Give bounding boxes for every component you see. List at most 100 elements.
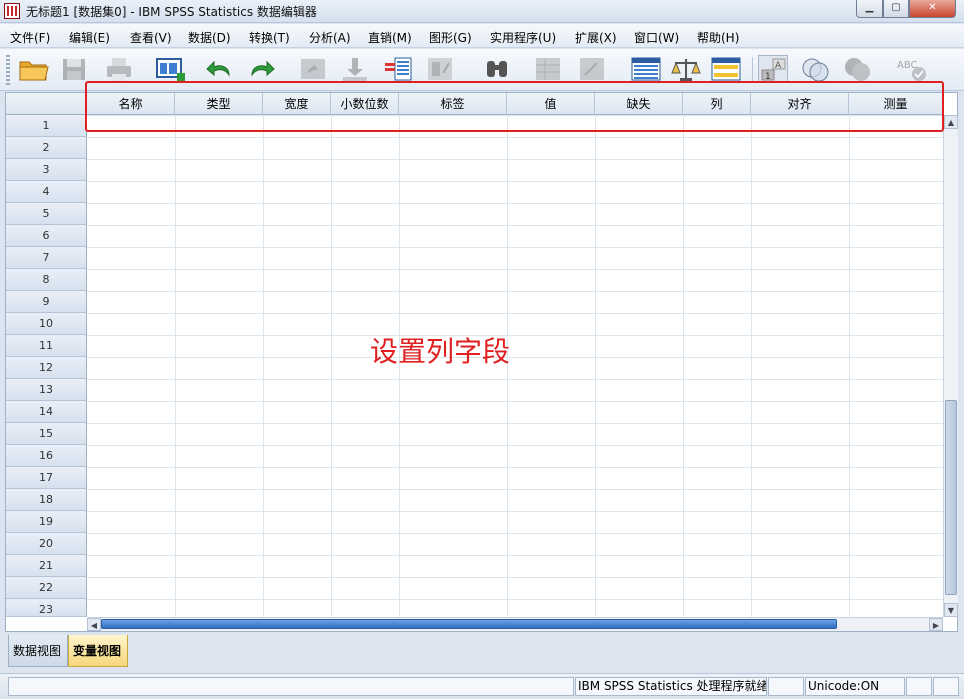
scroll-right-icon[interactable]: ▶ (929, 618, 943, 631)
menu-utilities[interactable]: 实用程序(U) (490, 29, 556, 46)
use-sets-icon[interactable] (800, 55, 830, 83)
menu-help[interactable]: 帮助(H) (697, 29, 739, 46)
horizontal-scrollbar[interactable]: ◀ ▶ (87, 617, 943, 631)
row-header[interactable]: 7 (6, 247, 87, 269)
window-title: 无标题1 [数据集0] - IBM SPSS Statistics 数据编辑器 (26, 5, 317, 19)
grid-line (331, 115, 332, 617)
status-bar: IBM SPSS Statistics 处理程序就绪 Unicode:ON (0, 673, 964, 699)
row-header[interactable]: 18 (6, 489, 87, 511)
svg-text:1: 1 (765, 72, 771, 82)
column-header-width[interactable]: 宽度 (263, 93, 331, 115)
show-all-variables-icon[interactable] (842, 55, 872, 83)
column-header-name[interactable]: 名称 (87, 93, 175, 115)
goto-case-icon[interactable] (298, 55, 328, 83)
find-icon[interactable] (482, 55, 512, 83)
row-header[interactable]: 22 (6, 577, 87, 599)
undo-icon[interactable] (205, 55, 235, 83)
scroll-left-icon[interactable]: ◀ (87, 618, 101, 631)
row-header[interactable]: 19 (6, 511, 87, 533)
status-cell-empty (8, 677, 574, 696)
column-header-type[interactable]: 类型 (175, 93, 263, 115)
column-header-label[interactable]: 标签 (399, 93, 507, 115)
recall-dialog-icon[interactable] (155, 55, 185, 83)
grid-line (595, 115, 596, 617)
weight-cases-icon[interactable] (670, 55, 701, 83)
select-cases-icon[interactable] (710, 55, 741, 83)
run-descriptives-icon[interactable] (425, 55, 455, 83)
row-header[interactable]: 20 (6, 533, 87, 555)
svg-text:A: A (775, 61, 782, 71)
menu-file[interactable]: 文件(F) (10, 29, 50, 46)
tab-variable-view[interactable]: 变量视图 (68, 635, 128, 667)
row-header[interactable]: 15 (6, 423, 87, 445)
row-header[interactable]: 4 (6, 181, 87, 203)
tab-data-view[interactable]: 数据视图 (8, 635, 68, 667)
row-header[interactable]: 13 (6, 379, 87, 401)
grid-corner[interactable] (6, 93, 87, 115)
grid-line (263, 115, 264, 617)
menu-transform[interactable]: 转换(T) (249, 29, 290, 46)
open-folder-icon[interactable] (18, 55, 49, 83)
view-tab-bar: 数据视图 变量视图 (0, 633, 964, 673)
menu-bar: 文件(F) 编辑(E) 查看(V) 数据(D) 转换(T) 分析(A) 直销(M… (0, 24, 964, 48)
row-header[interactable]: 6 (6, 225, 87, 247)
row-header[interactable]: 5 (6, 203, 87, 225)
horizontal-scroll-thumb[interactable] (101, 619, 837, 629)
row-header[interactable]: 2 (6, 137, 87, 159)
row-header[interactable]: 14 (6, 401, 87, 423)
menu-window[interactable]: 窗口(W) (634, 29, 679, 46)
grid-cells[interactable] (87, 115, 943, 617)
status-cell-empty (906, 677, 932, 696)
title-bar: 无标题1 [数据集0] - IBM SPSS Statistics 数据编辑器 … (0, 0, 964, 23)
row-header[interactable]: 23 (6, 599, 87, 617)
row-header[interactable]: 9 (6, 291, 87, 313)
insert-cases-icon[interactable] (533, 55, 563, 83)
status-processor: IBM SPSS Statistics 处理程序就绪 (575, 677, 767, 696)
scroll-down-icon[interactable]: ▼ (944, 603, 958, 617)
column-header-measure[interactable]: 测量 (849, 93, 943, 115)
menu-graphs[interactable]: 图形(G) (429, 29, 472, 46)
minimize-button[interactable]: ▁ (856, 0, 883, 18)
menu-edit[interactable]: 编辑(E) (69, 29, 110, 46)
menu-direct-marketing[interactable]: 直销(M) (368, 29, 412, 46)
insert-variable-icon[interactable] (577, 55, 607, 83)
column-header-columns[interactable]: 列 (683, 93, 751, 115)
column-header-values[interactable]: 值 (507, 93, 595, 115)
row-header[interactable]: 8 (6, 269, 87, 291)
column-header-decimals[interactable]: 小数位数 (331, 93, 399, 115)
status-cell-empty (768, 677, 804, 696)
close-button[interactable]: ✕ (909, 0, 956, 18)
row-header[interactable]: 11 (6, 335, 87, 357)
variables-icon[interactable] (383, 55, 413, 83)
row-header[interactable]: 17 (6, 467, 87, 489)
vertical-scroll-thumb[interactable] (945, 400, 957, 595)
toolbar-separator (752, 57, 753, 83)
redo-icon[interactable] (246, 55, 276, 83)
grid-line (175, 115, 176, 617)
spss-app-icon[interactable] (4, 3, 20, 19)
row-header[interactable]: 1 (6, 115, 87, 137)
status-unicode: Unicode:ON (805, 677, 905, 696)
column-header-missing[interactable]: 缺失 (595, 93, 683, 115)
row-header[interactable]: 16 (6, 445, 87, 467)
menu-analyze[interactable]: 分析(A) (309, 29, 351, 46)
row-header[interactable]: 3 (6, 159, 87, 181)
goto-variable-icon[interactable] (340, 55, 370, 83)
menu-view[interactable]: 查看(V) (130, 29, 172, 46)
value-labels-icon[interactable]: A1 (758, 55, 788, 83)
grid-line (683, 115, 684, 617)
spell-check-icon[interactable]: ABC (895, 55, 926, 83)
row-header[interactable]: 21 (6, 555, 87, 577)
menu-extensions[interactable]: 扩展(X) (575, 29, 617, 46)
split-file-icon[interactable] (630, 55, 661, 83)
scroll-up-icon[interactable]: ▲ (944, 115, 958, 129)
menu-data[interactable]: 数据(D) (188, 29, 231, 46)
print-icon[interactable] (104, 55, 134, 83)
toolbar-grip[interactable] (6, 55, 10, 85)
save-icon[interactable] (60, 55, 90, 83)
row-header[interactable]: 12 (6, 357, 87, 379)
maximize-button[interactable]: ▢ (883, 0, 909, 18)
row-header[interactable]: 10 (6, 313, 87, 335)
column-header-align[interactable]: 对齐 (751, 93, 849, 115)
vertical-scrollbar[interactable]: ▲ ▼ (943, 115, 958, 617)
